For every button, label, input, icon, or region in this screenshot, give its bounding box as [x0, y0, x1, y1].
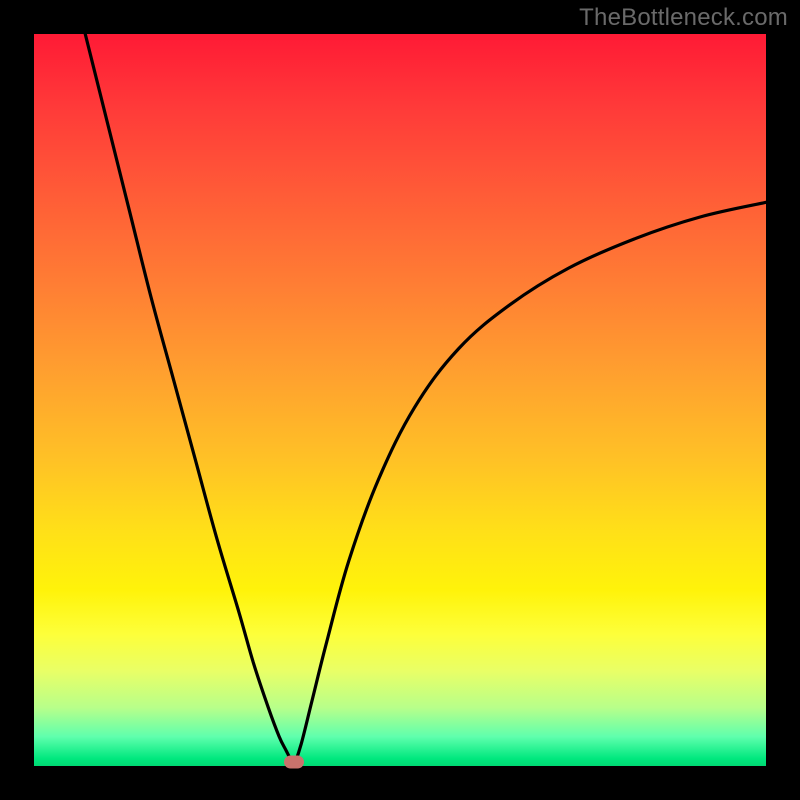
watermark-text: TheBottleneck.com	[579, 4, 788, 32]
minimum-marker	[284, 756, 304, 769]
curve-left-branch	[85, 34, 294, 766]
chart-frame: TheBottleneck.com	[0, 0, 800, 800]
curve-svg	[34, 34, 766, 766]
curve-right-branch	[294, 202, 766, 766]
plot-area	[34, 34, 766, 766]
